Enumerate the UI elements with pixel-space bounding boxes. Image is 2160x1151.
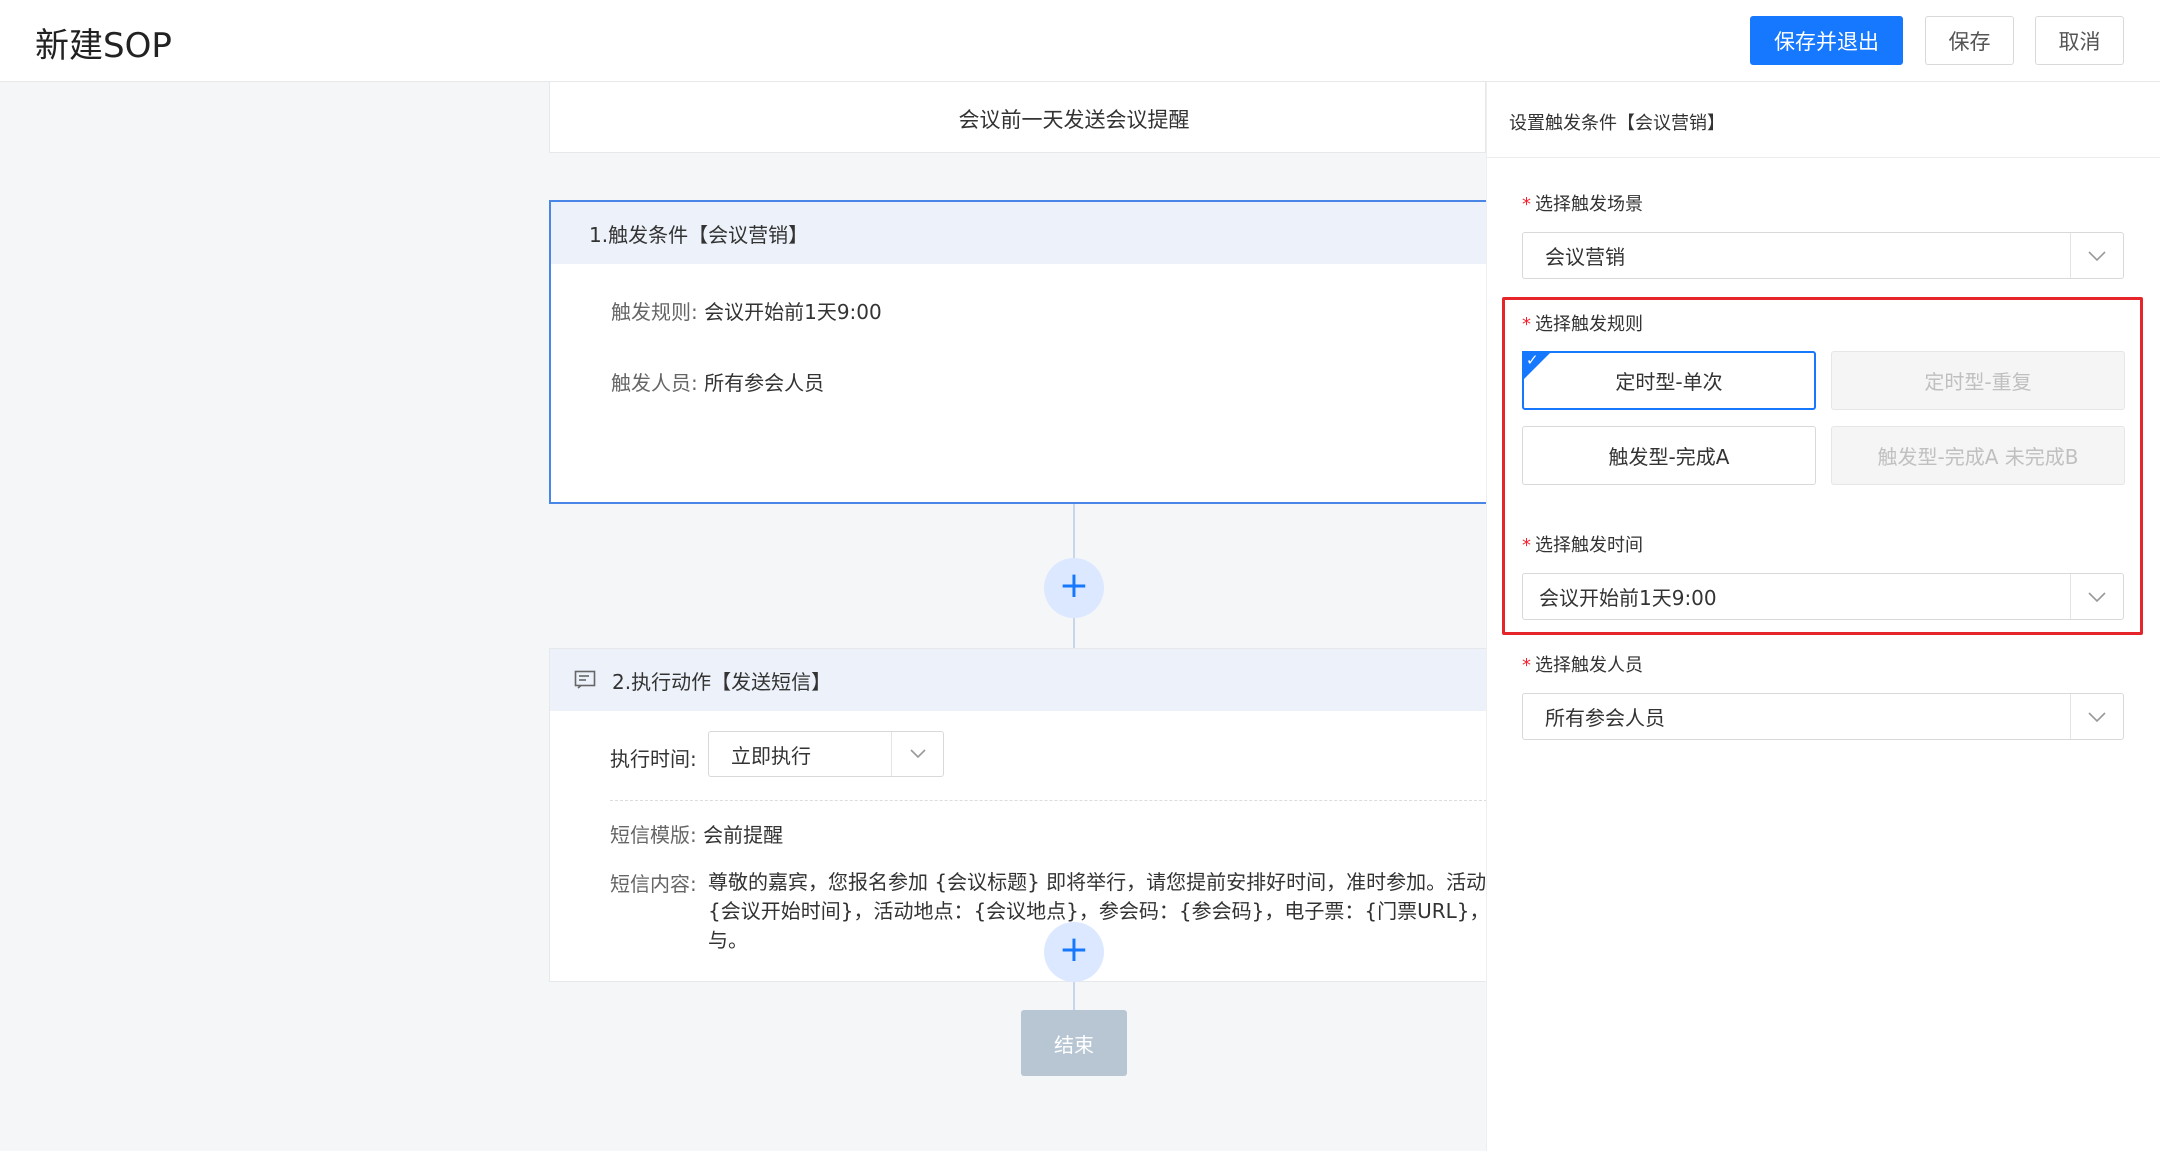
trigger-time-select[interactable]: 会议开始前1天9:00 [1522, 573, 2124, 620]
rule-option-label: 定时型-单次 [1615, 370, 1723, 394]
top-bar: 新建SOP 保存并退出 保存 取消 [0, 0, 2160, 82]
required-mark: * [1522, 194, 1531, 215]
chevron-down-icon [2070, 694, 2123, 739]
rule-option-label: 触发型-完成A 未完成B [1877, 445, 2079, 469]
trigger-people-row: 触发人员: 所有参会人员 [611, 367, 824, 396]
trigger-rule-value: 会议开始前1天9:00 [704, 300, 882, 324]
check-icon: ✓ [1526, 351, 1539, 369]
sms-content-line: 尊敬的嘉宾，您报名参加 {会议标题} 即将举行，请您提前安排好时间，准时参加。活… [708, 870, 1486, 894]
connector-line [1073, 618, 1075, 648]
required-mark: * [1522, 314, 1531, 335]
exec-time-label: 执行时间: [610, 747, 697, 771]
rule-option-trigger-complete-a-not-b: 触发型-完成A 未完成B [1831, 426, 2125, 485]
trigger-settings-panel: 设置触发条件【会议营销】 * 选择触发场景 会议营销 * 选择触发规则 ✓ 定时型-… [1486, 82, 2160, 1151]
trigger-people-label: 触发人员: [611, 371, 698, 395]
sop-name-card[interactable]: 会议前一天发送会议提醒 [549, 82, 1486, 153]
trigger-card-title: 1.触发条件【会议营销】 [589, 222, 809, 247]
connector-line [1073, 504, 1075, 558]
trigger-time-value: 会议开始前1天9:00 [1539, 586, 1717, 610]
trigger-card-header: 1.触发条件【会议营销】 [551, 202, 1486, 264]
rule-option-timed-repeat: 定时型-重复 [1831, 351, 2125, 410]
save-and-exit-button[interactable]: 保存并退出 [1750, 16, 1903, 65]
trigger-people-value: 所有参会人员 [704, 371, 825, 395]
connector-line [1073, 982, 1075, 1010]
required-mark: * [1522, 535, 1531, 556]
chevron-down-icon [2070, 233, 2123, 278]
trigger-rule-row: 触发规则: 会议开始前1天9:00 [611, 296, 882, 325]
message-icon [574, 670, 598, 690]
flow-canvas: 会议前一天发送会议提醒 1.触发条件【会议营销】 触发规则: 会议开始前1天9:… [0, 82, 1487, 1151]
rule-option-label: 定时型-重复 [1924, 370, 2032, 394]
trigger-people-value: 所有参会人员 [1545, 706, 1665, 730]
people-field-label: * 选择触发人员 [1522, 655, 1643, 676]
save-button[interactable]: 保存 [1925, 16, 2014, 65]
divider [1487, 157, 2160, 158]
add-step-button[interactable]: + [1044, 558, 1104, 618]
scene-select[interactable]: 会议营销 [1522, 232, 2124, 279]
time-field-label: * 选择触发时间 [1522, 535, 1643, 556]
action-card-title: 2.执行动作【发送短信】 [612, 669, 832, 694]
cancel-button[interactable]: 取消 [2035, 16, 2124, 65]
page-title: 新建SOP [35, 26, 172, 66]
trigger-people-select[interactable]: 所有参会人员 [1522, 693, 2124, 740]
required-mark: * [1522, 655, 1531, 676]
sop-name: 会议前一天发送会议提醒 [958, 108, 1190, 132]
rule-option-label: 触发型-完成A [1608, 445, 1730, 469]
panel-title: 设置触发条件【会议营销】 [1509, 113, 1725, 134]
trigger-condition-card[interactable]: 1.触发条件【会议营销】 触发规则: 会议开始前1天9:00 触发人员: 所有参… [549, 200, 1486, 504]
scene-field-label: * 选择触发场景 [1522, 194, 1643, 215]
rule-field-label: * 选择触发规则 [1522, 314, 1643, 335]
chevron-down-icon [2070, 574, 2123, 619]
template-label: 短信模版: [610, 823, 697, 847]
action-card-header: 2.执行动作【发送短信】 [550, 649, 1486, 711]
divider [610, 800, 1487, 801]
trigger-rule-label: 触发规则: [611, 300, 698, 324]
end-node[interactable]: 结束 [1021, 1010, 1127, 1076]
sms-content-line: {会议开始时间}，活动地点：{会议地点}，参会码：{参会码}，电子票：{门票UR… [708, 899, 1486, 923]
scene-value: 会议营销 [1545, 245, 1625, 269]
rule-option-timed-once[interactable]: ✓ 定时型-单次 [1522, 351, 1816, 410]
rule-option-trigger-complete-a[interactable]: 触发型-完成A [1522, 426, 1816, 485]
content-label: 短信内容: [610, 872, 697, 896]
action-card[interactable]: 2.执行动作【发送短信】 执行时间: 立即执行 短信模版: 会前提醒 短信内容:… [549, 648, 1487, 982]
chevron-down-icon [891, 732, 943, 776]
exec-time-select[interactable]: 立即执行 [708, 731, 944, 777]
exec-time-value: 立即执行 [731, 743, 811, 768]
template-row: 短信模版: 会前提醒 [610, 819, 783, 848]
template-value: 会前提醒 [703, 823, 784, 847]
add-step-button[interactable]: + [1044, 922, 1104, 982]
